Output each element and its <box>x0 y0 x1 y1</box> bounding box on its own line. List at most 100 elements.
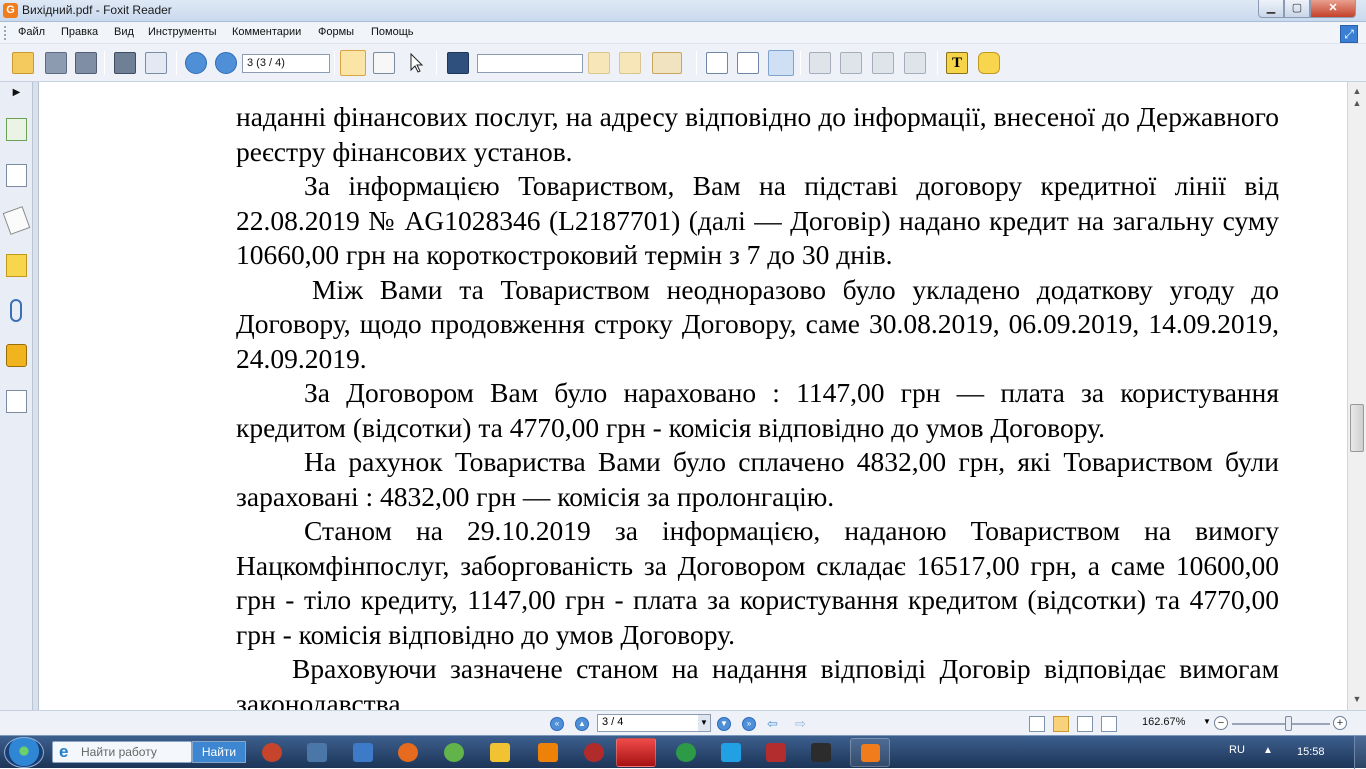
taskbar-search-field[interactable]: e Найти работу <box>52 741 192 763</box>
scroll-up-alt-icon[interactable]: ▲ <box>1350 96 1364 110</box>
document-view[interactable]: наданні фінансових послуг, на адресу від… <box>40 82 1347 710</box>
fit-page-icon[interactable] <box>737 52 759 74</box>
zoom-out-button[interactable]: − <box>1214 716 1228 730</box>
email-icon[interactable] <box>145 52 167 74</box>
app-icon[interactable] <box>766 743 786 762</box>
pdf-create-icon[interactable] <box>809 52 831 74</box>
start-button[interactable] <box>4 737 44 768</box>
tray-arrow-icon[interactable]: ▲ <box>1263 745 1273 756</box>
foxit-taskbar-icon[interactable] <box>850 738 890 767</box>
next-page-icon[interactable] <box>215 52 237 74</box>
save-all-icon[interactable] <box>75 52 97 74</box>
pdf-tools-icon[interactable] <box>904 52 926 74</box>
find-icon[interactable] <box>447 52 469 74</box>
save-icon[interactable] <box>45 52 67 74</box>
fit-width-icon[interactable] <box>768 50 794 76</box>
zoom-slider-thumb[interactable] <box>1285 716 1292 731</box>
mail-icon[interactable] <box>353 743 373 762</box>
single-page-view-icon[interactable] <box>1029 716 1045 732</box>
highlight-icon[interactable] <box>652 52 682 74</box>
opera-icon[interactable] <box>616 738 656 767</box>
vk-icon[interactable] <box>307 743 327 762</box>
select-icon[interactable] <box>405 52 427 74</box>
show-desktop-button[interactable] <box>1354 736 1366 769</box>
zoom-in-button[interactable]: + <box>1333 716 1347 730</box>
android-icon[interactable] <box>444 743 464 762</box>
chrome-icon[interactable] <box>676 743 696 762</box>
document-icon[interactable] <box>6 164 27 187</box>
hand-tool-icon[interactable] <box>340 50 366 76</box>
menu-help[interactable]: Помощь <box>371 26 414 38</box>
find-next-icon[interactable] <box>619 52 641 74</box>
first-page-icon[interactable]: « <box>550 717 564 731</box>
actual-size-icon[interactable] <box>706 52 728 74</box>
find-prev-icon[interactable] <box>588 52 610 74</box>
menu-comments[interactable]: Комментарии <box>232 26 301 38</box>
prev-page-status-icon[interactable]: ▲ <box>575 717 589 731</box>
menu-file[interactable]: Файл <box>18 26 45 38</box>
nav-expand-icon[interactable]: ▶ <box>0 82 33 104</box>
signature-icon[interactable] <box>6 390 27 413</box>
toolbar: 3 (3 / 4) T <box>0 44 1366 82</box>
player-icon[interactable] <box>490 743 510 762</box>
menu-view[interactable]: Вид <box>114 26 134 38</box>
pdf-edit-icon[interactable] <box>872 52 894 74</box>
layers-icon[interactable] <box>2 206 31 235</box>
continuous-facing-view-icon[interactable] <box>1101 716 1117 732</box>
print-icon[interactable] <box>114 52 136 74</box>
firefox-icon[interactable] <box>398 743 418 762</box>
last-page-icon[interactable]: » <box>742 717 756 731</box>
ie-icon: e <box>59 742 69 761</box>
security-icon[interactable] <box>6 344 27 367</box>
minimize-button[interactable]: ▁ <box>1258 0 1284 18</box>
taskbar-search-button[interactable]: Найти <box>192 741 246 763</box>
panel-splitter[interactable] <box>33 82 39 710</box>
close-button[interactable]: ✕ <box>1310 0 1356 18</box>
winrar-icon[interactable] <box>811 743 831 762</box>
page-number-field[interactable]: 3 (3 / 4) <box>242 54 330 73</box>
app-icon[interactable] <box>262 743 282 762</box>
clock[interactable]: 15:58 <box>1297 746 1325 758</box>
select-text-icon[interactable] <box>373 52 395 74</box>
maximize-button[interactable]: ▢ <box>1284 0 1310 18</box>
language-indicator[interactable]: RU <box>1229 744 1245 756</box>
paragraph: За інформацією Товариством, Вам на підст… <box>236 170 1279 270</box>
continuous-view-icon[interactable] <box>1053 716 1069 732</box>
pdf-convert-icon[interactable] <box>840 52 862 74</box>
toolbar-separator <box>696 51 697 75</box>
note-icon[interactable] <box>978 52 1000 74</box>
toolbar-separator <box>800 51 801 75</box>
toolbar-separator <box>334 51 335 75</box>
toolbar-separator <box>104 51 105 75</box>
next-page-status-icon[interactable]: ▼ <box>717 717 731 731</box>
back-arrow-icon[interactable]: ⇦ <box>767 716 778 732</box>
menu-forms[interactable]: Формы <box>318 26 354 38</box>
comments-icon[interactable] <box>6 254 27 277</box>
odnoklassniki-icon[interactable] <box>538 743 558 762</box>
pages-icon[interactable] <box>6 118 27 141</box>
app-icon[interactable] <box>584 743 604 762</box>
prev-page-icon[interactable] <box>185 52 207 74</box>
typewriter-icon[interactable]: T <box>946 52 968 74</box>
attachments-icon[interactable] <box>10 299 22 322</box>
forward-arrow-icon[interactable]: ⇨ <box>795 716 806 732</box>
zoom-level[interactable]: 162.67% <box>1142 716 1185 728</box>
menu-bar: Файл Правка Вид Инструменты Комментарии … <box>0 22 1366 44</box>
find-input[interactable] <box>477 54 583 73</box>
toolbar-separator <box>176 51 177 75</box>
zoom-slider-track[interactable] <box>1232 723 1330 725</box>
zoom-dropdown-icon[interactable]: ▼ <box>1203 717 1211 726</box>
vertical-scrollbar[interactable]: ▲ ▲ ▼ <box>1347 82 1366 710</box>
status-page-field[interactable]: 3 / 4 ▼ <box>597 714 711 732</box>
search-placeholder: Найти работу <box>81 745 157 759</box>
chevron-down-icon[interactable]: ▼ <box>698 715 710 731</box>
scrollbar-thumb[interactable] <box>1350 404 1364 452</box>
facing-view-icon[interactable] <box>1077 716 1093 732</box>
menu-tools[interactable]: Инструменты <box>148 26 217 38</box>
paragraph: За Договором Вам було нараховано : 1147,… <box>236 377 1279 443</box>
scroll-down-icon[interactable]: ▼ <box>1350 692 1364 706</box>
menu-edit[interactable]: Правка <box>61 26 98 38</box>
skype-icon[interactable] <box>721 743 741 762</box>
expand-icon[interactable]: ⤢ <box>1340 25 1358 43</box>
open-icon[interactable] <box>12 52 34 74</box>
